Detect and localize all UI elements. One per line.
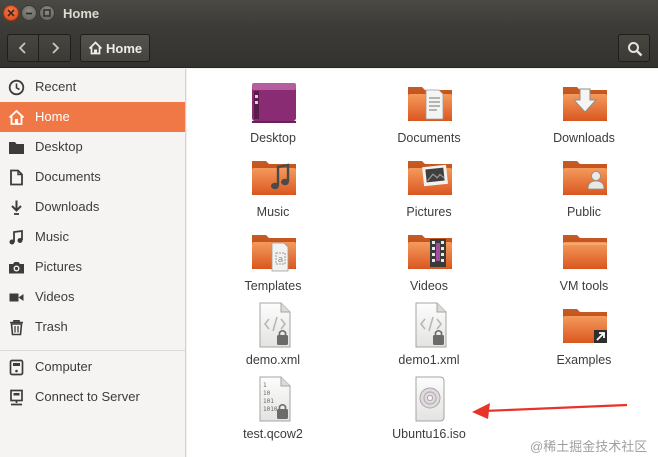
annotation-arrow: [472, 403, 628, 419]
watermark: @稀土掘金技术社区: [530, 439, 648, 454]
file-manager-window: Home Home Recent Home Desktop Documents …: [0, 0, 658, 457]
